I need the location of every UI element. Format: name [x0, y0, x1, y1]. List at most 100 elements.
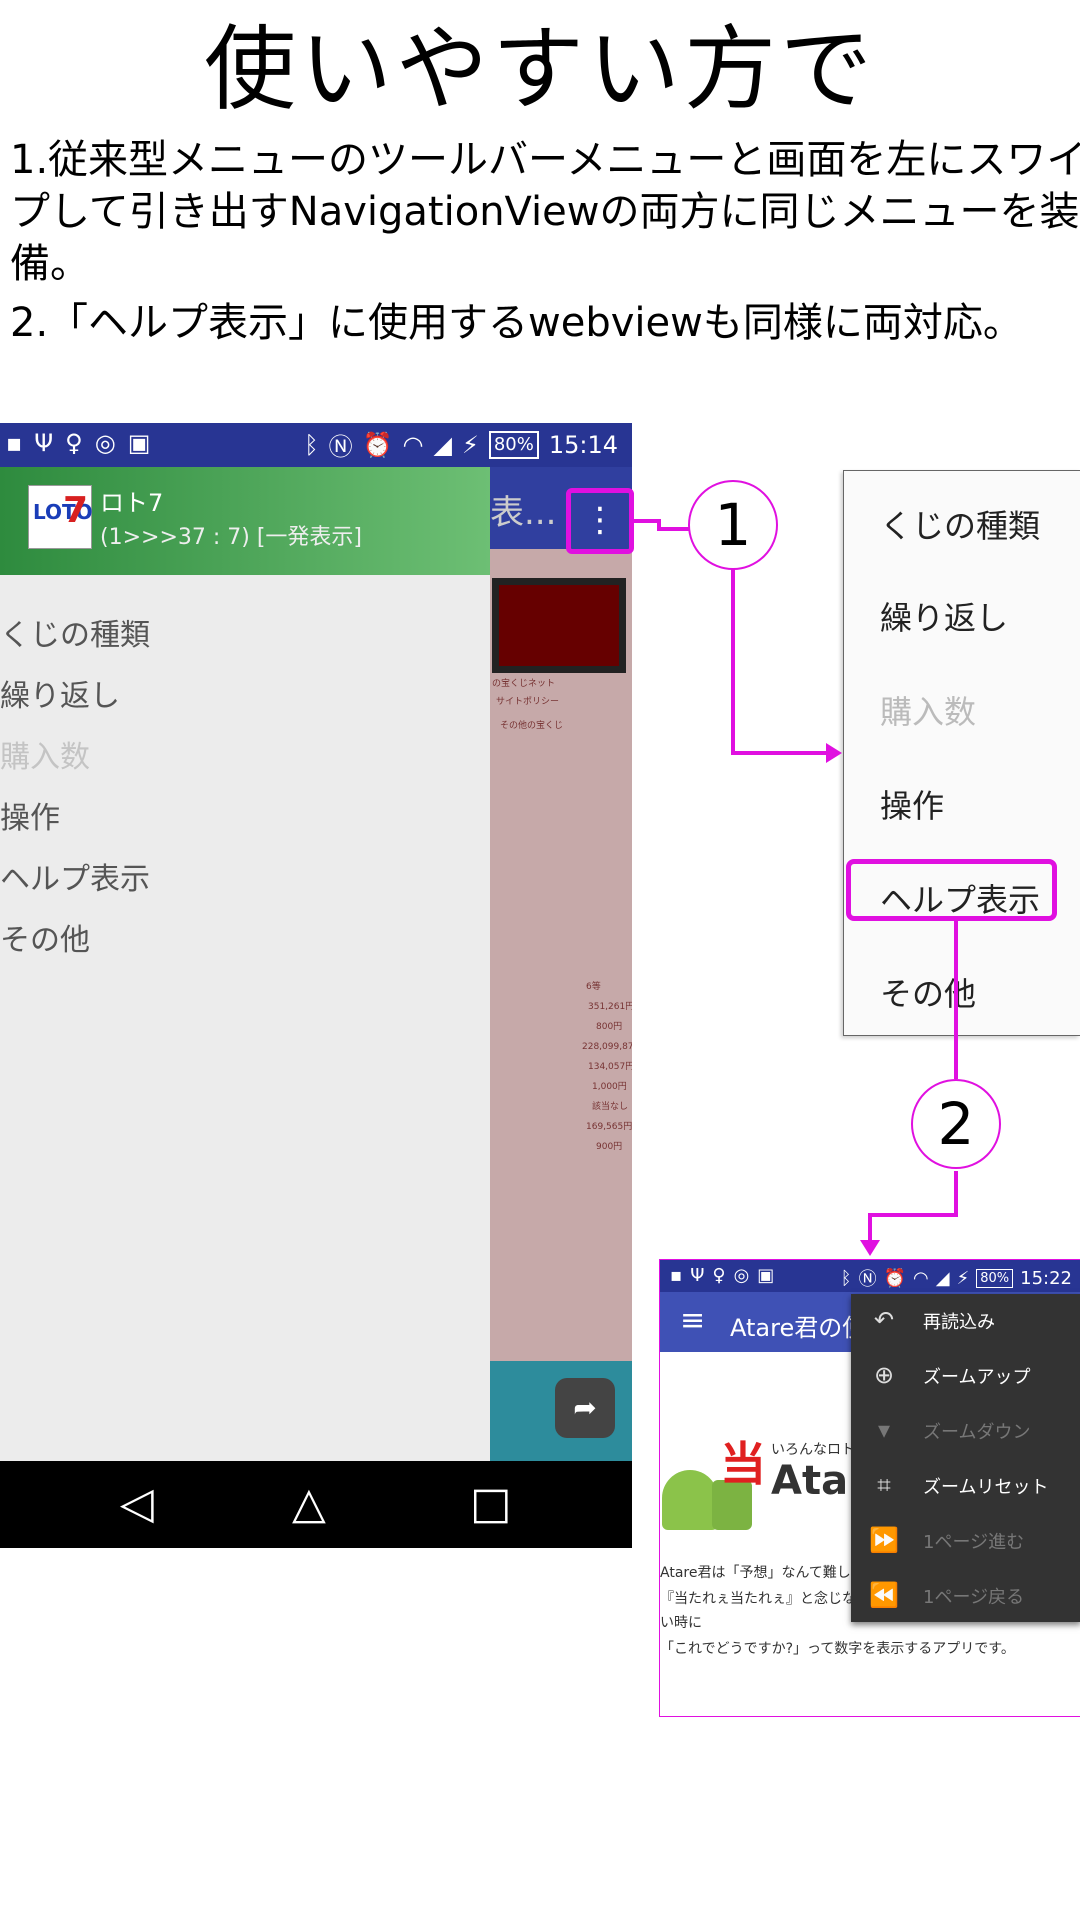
- fast-forward-icon: ⏩: [869, 1526, 899, 1554]
- menu-item-label: 1ページ戻る: [923, 1587, 1025, 1608]
- bulb-icon: ♀: [65, 429, 83, 457]
- connector-line: [731, 568, 735, 753]
- navigation-drawer: LOTO 7 ロト7 (1>>>37 : 7) [一発表示] くじの種類 繰り返…: [0, 467, 490, 1461]
- webview-banner: [492, 578, 626, 673]
- nfc-icon: Ⓝ: [328, 433, 353, 461]
- drawer-item-kuji-type[interactable]: くじの種類: [0, 610, 150, 654]
- web-cell: 該当なし: [592, 1102, 629, 1112]
- logo-seven: 7: [63, 490, 89, 531]
- drawer-item-operation[interactable]: 操作: [0, 793, 60, 837]
- signal-icon: ◢: [935, 1267, 950, 1289]
- system-icons: ᛒ Ⓝ ⏰ ◠ ◢ ⚡ 80% 15:22: [841, 1265, 1072, 1291]
- web-cell: 351,261円: [588, 1002, 632, 1012]
- menu-item-operation[interactable]: 操作: [880, 781, 944, 827]
- drawer-header: LOTO 7 ロト7 (1>>>37 : 7) [一発表示]: [0, 467, 490, 575]
- help-highlight-box: [846, 859, 1057, 921]
- menu-item-zoom-in[interactable]: ⊕ ズームアップ: [851, 1349, 1080, 1404]
- menu-item-other[interactable]: その他: [880, 969, 976, 1015]
- atari-kanji-icon: 当: [720, 1437, 766, 1491]
- system-nav-bar: ◁ △ □: [0, 1461, 632, 1548]
- battery-indicator: 80%: [976, 1268, 1014, 1288]
- bluetooth-icon: ᛒ: [304, 430, 319, 459]
- note-1-line-2: プして引き出すNavigationViewの両方に同じメニューを装: [10, 189, 1080, 235]
- notification-icons: ▪ Ψ ♀ ◎ ▣: [6, 429, 150, 457]
- atare-app-icon: 当: [660, 1428, 766, 1538]
- menu-item-purchase-count[interactable]: 購入数: [880, 687, 976, 733]
- chrome-icon: ◎: [94, 429, 116, 457]
- menu-icon[interactable]: ≡: [680, 1306, 705, 1336]
- drawer-item-purchase-count[interactable]: 購入数: [0, 732, 90, 776]
- recents-icon[interactable]: □: [470, 1481, 512, 1527]
- drawer-item-repeat[interactable]: 繰り返し: [0, 671, 120, 715]
- zoom-out-icon: ▾: [877, 1416, 891, 1444]
- menu-item-page-back[interactable]: ⏪ 1ページ戻る: [851, 1569, 1080, 1624]
- overflow-menu: くじの種類 繰り返し 購入数 操作 ヘルプ表示 その他: [843, 470, 1080, 1036]
- more-vert-icon[interactable]: ⋮: [566, 488, 634, 554]
- battery-indicator: 80%: [488, 430, 539, 459]
- back-icon[interactable]: ◁: [120, 1481, 154, 1527]
- share-icon[interactable]: ➦: [555, 1378, 615, 1438]
- web-cell: 1,000円: [592, 1082, 627, 1092]
- toolbar-title-fragment: 表...: [490, 493, 557, 533]
- web-cell: 169,565円: [586, 1122, 632, 1132]
- web-button[interactable]: その他の宝くじ: [500, 718, 563, 731]
- nfc-icon: Ⓝ: [858, 1269, 877, 1290]
- system-icons: ᛒ Ⓝ ⏰ ◠ ◢ ⚡ 80% 15:14: [304, 427, 618, 462]
- menu-item-page-forward[interactable]: ⏩ 1ページ進む: [851, 1514, 1080, 1569]
- status-bar: ▪ Ψ ♀ ◎ ▣ ᛒ Ⓝ ⏰ ◠ ◢ ⚡ 80% 15:22: [660, 1260, 1080, 1292]
- fc-icon: ▣: [757, 1265, 775, 1286]
- message-icon: ▪: [6, 429, 23, 457]
- home-icon[interactable]: △: [292, 1481, 326, 1527]
- connector-line: [954, 1171, 958, 1217]
- message-icon: ▪: [670, 1265, 683, 1286]
- menu-item-label: 再読込み: [923, 1312, 995, 1333]
- menu-item-zoom-reset[interactable]: ⌗ ズームリセット: [851, 1459, 1080, 1514]
- alarm-icon: ⏰: [362, 430, 393, 459]
- rewind-icon: ⏪: [869, 1581, 899, 1609]
- menu-item-label: ズームダウン: [923, 1422, 1031, 1443]
- drawer-item-help[interactable]: ヘルプ表示: [0, 854, 150, 898]
- phone-screenshot-help-menu: ▪ Ψ ♀ ◎ ▣ ᛒ Ⓝ ⏰ ◠ ◢ ⚡ 80% 15:22 ≡ Atare君…: [659, 1259, 1080, 1717]
- note-2: 2.「ヘルプ表示」に使用するwebviewも同様に両対応。: [10, 298, 1023, 348]
- connector-line: [657, 527, 689, 531]
- status-time: 15:14: [548, 430, 618, 459]
- note-1: 1.従来型メニューのツールバーメニューと画面を左にスワイ: [10, 135, 1080, 185]
- menu-item-label: ズームアップ: [923, 1367, 1031, 1388]
- menu-item-zoom-out[interactable]: ▾ ズームダウン: [851, 1404, 1080, 1459]
- usb-icon: Ψ: [690, 1265, 705, 1286]
- note-2-number: 2.: [10, 300, 49, 346]
- status-time: 15:22: [1020, 1267, 1072, 1289]
- reload-icon: ↶: [873, 1306, 895, 1334]
- drawer-title: ロト7: [100, 489, 164, 517]
- web-cell: 134,057円: [588, 1062, 632, 1072]
- note-1-line-3: 備。: [10, 241, 90, 287]
- connector-line: [633, 519, 657, 523]
- connector-line: [868, 1213, 872, 1241]
- drawer-item-other[interactable]: その他: [0, 915, 90, 959]
- menu-item-label: ズームリセット: [923, 1477, 1049, 1498]
- menu-item-reload[interactable]: ↶ 再読込み: [851, 1294, 1080, 1349]
- chrome-icon: ◎: [733, 1265, 750, 1286]
- web-cell: 6等: [586, 982, 601, 992]
- note-2-line-1: 「ヘルプ表示」に使用するwebviewも同様に両対応。: [48, 300, 1023, 346]
- connector-line: [731, 751, 831, 755]
- arrow-head-icon: [826, 743, 842, 763]
- bulb-icon: ♀: [712, 1265, 726, 1286]
- connector-line: [954, 921, 958, 1079]
- web-link[interactable]: サイトポリシー: [496, 694, 559, 707]
- callout-2: 2: [911, 1079, 1001, 1169]
- callout-1: 1: [688, 480, 778, 570]
- wifi-icon: ◠: [913, 1267, 929, 1289]
- charging-icon: ⚡: [461, 430, 479, 459]
- alarm-icon: ⏰: [883, 1267, 907, 1289]
- phone-screenshot-drawer: ▪ Ψ ♀ ◎ ▣ ᛒ Ⓝ ⏰ ◠ ◢ ⚡ 80% 15:14 表... の宝く…: [0, 423, 632, 1548]
- menu-item-repeat[interactable]: 繰り返し: [880, 593, 1008, 639]
- toolbar-title: Atare君の使: [730, 1314, 867, 1342]
- bluetooth-icon: ᛒ: [840, 1267, 852, 1289]
- help-text-line: 「これでどうですか?」って数字を表示するアプリです。: [660, 1641, 1015, 1657]
- menu-item-kuji-type[interactable]: くじの種類: [880, 501, 1040, 547]
- help-text-line: い時に: [660, 1615, 702, 1631]
- web-cell: 800円: [596, 1022, 623, 1032]
- note-1-line-1: 従来型メニューのツールバーメニューと画面を左にスワイ: [48, 137, 1080, 183]
- web-cell: 900円: [596, 1142, 623, 1152]
